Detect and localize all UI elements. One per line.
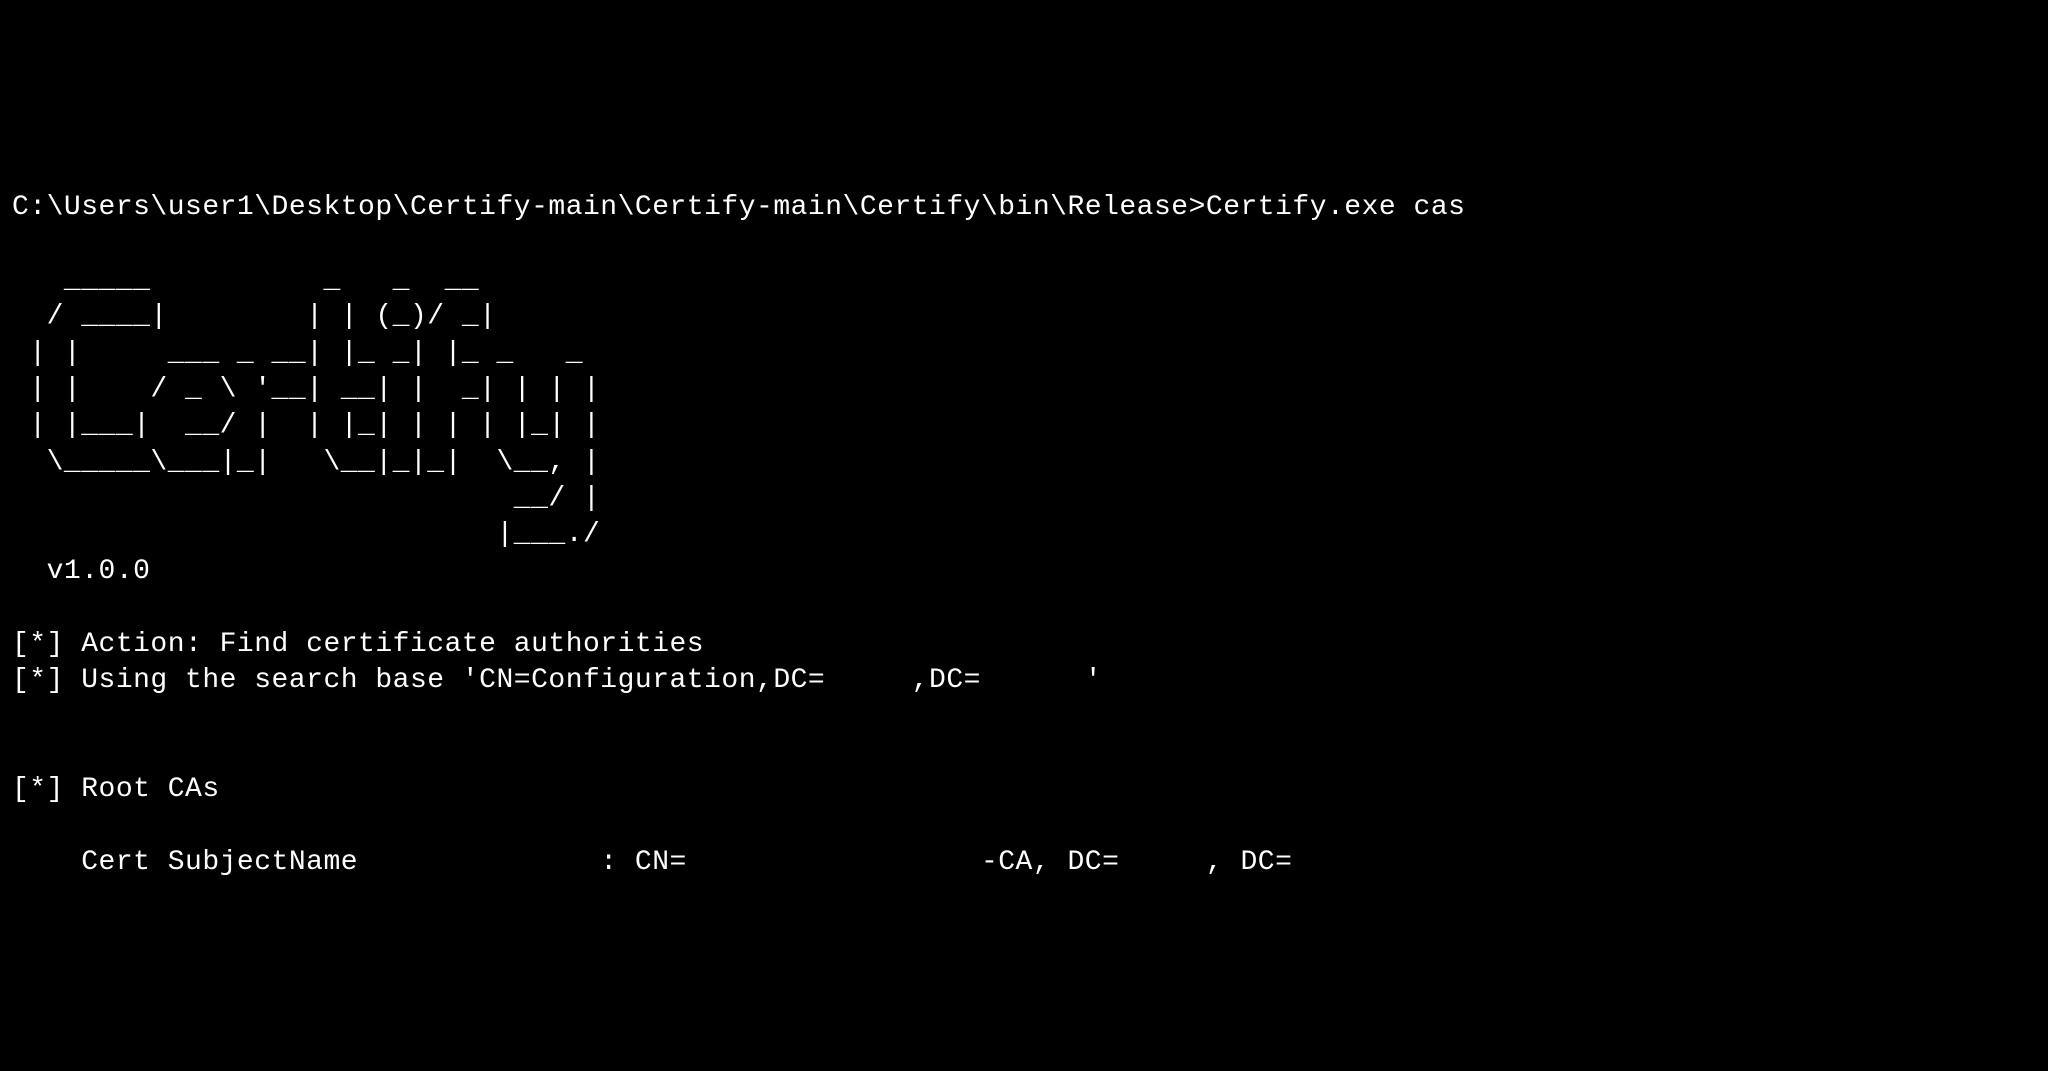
search-base-output-line: [*] Using the search base 'CN=Configurat… <box>12 665 1102 696</box>
terminal-window[interactable]: C:\Users\user1\Desktop\Certify-main\Cert… <box>12 154 2036 882</box>
version-text: v1.0.0 <box>12 556 150 587</box>
cert-subjectname-line: Cert SubjectName : CN= -CA, DC= , DC= <box>12 847 1292 878</box>
command-prompt-line: C:\Users\user1\Desktop\Certify-main\Cert… <box>12 192 1465 223</box>
action-output-line: [*] Action: Find certificate authorities <box>12 629 704 660</box>
root-cas-header: [*] Root CAs <box>12 774 220 805</box>
certify-ascii-banner: _____ _ _ __ / ____| | | (_)/ _| | | ___… <box>12 265 600 551</box>
